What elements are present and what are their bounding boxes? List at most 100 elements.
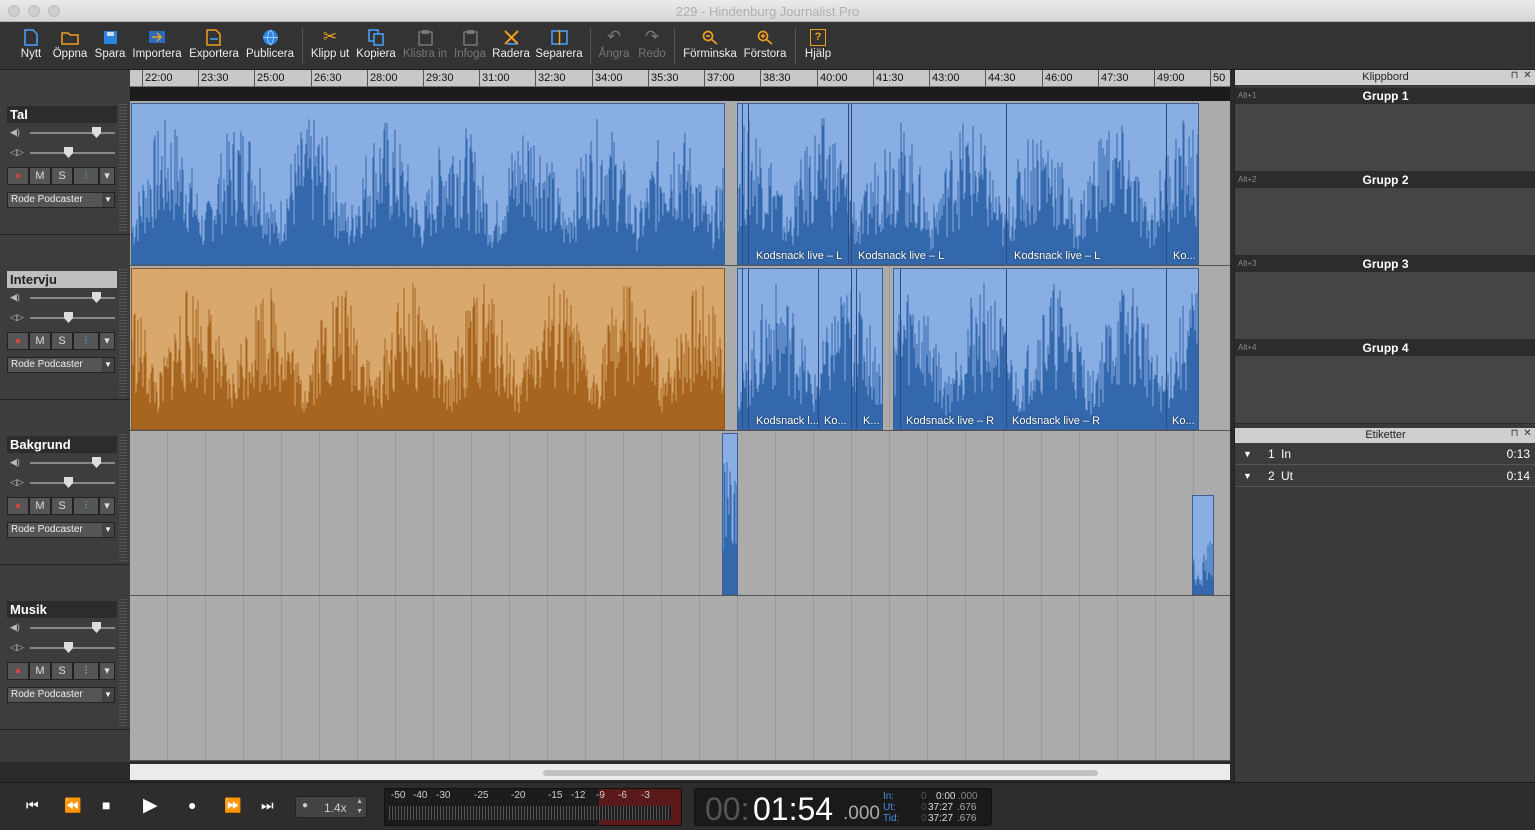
play-icon[interactable]: ▶	[143, 794, 158, 817]
fx-button[interactable]: ⫶	[73, 662, 99, 680]
record-arm-button[interactable]: ●	[7, 662, 29, 680]
copy-button[interactable]: Kopiera	[355, 26, 397, 60]
solo-button[interactable]: S	[51, 662, 73, 680]
volume-slider[interactable]: ◀)	[10, 292, 115, 304]
input-select[interactable]: Rode Podcaster ▼	[7, 687, 115, 703]
lane-bakgrund[interactable]	[130, 431, 1230, 596]
pan-slider[interactable]: ◁▷	[10, 147, 115, 159]
fast-forward-icon[interactable]: ⏩	[224, 797, 241, 814]
pan-slider[interactable]: ◁▷	[10, 642, 115, 654]
split-button[interactable]: Separera	[535, 26, 583, 60]
insert-button[interactable]: Infoga	[453, 26, 487, 60]
clipboard-group[interactable]: Alt+3 Grupp 3	[1235, 256, 1535, 340]
track-bakgrund[interactable]: Bakgrund ◀) ◁▷ ● M S ⫶ ▾ Rode Podcaster ▼	[0, 400, 130, 565]
input-select[interactable]: Rode Podcaster ▼	[7, 357, 115, 373]
fx-button[interactable]: ⫶	[73, 497, 99, 515]
track-resize-handle[interactable]	[119, 104, 127, 232]
clip-label: Kodsnack live – R	[1012, 415, 1101, 427]
track-menu-button[interactable]: ▾	[99, 332, 115, 350]
volume-slider[interactable]: ◀)	[10, 127, 115, 139]
track-name[interactable]: Musik	[7, 601, 117, 618]
input-select[interactable]: Rode Podcaster ▼	[7, 522, 115, 538]
fx-button[interactable]: ⫶	[73, 332, 99, 350]
lane-tal[interactable]: Kodsnack live – L Kodsnack live – L Kods…	[130, 101, 1230, 266]
close-icon[interactable]: ✕	[1522, 429, 1533, 440]
scrollbar-thumb[interactable]	[543, 770, 1098, 776]
volume-slider[interactable]: ◀)	[10, 622, 115, 634]
go-to-start-icon[interactable]: ⏮	[26, 797, 39, 814]
import-button[interactable]: Importera	[130, 26, 184, 60]
track-name[interactable]: Tal	[7, 106, 117, 123]
timeline[interactable]: Kodsnack live – L Kodsnack live – L Kods…	[130, 101, 1230, 761]
track-name[interactable]: Bakgrund	[7, 436, 117, 453]
audio-clip[interactable]	[1192, 495, 1214, 595]
track-menu-button[interactable]: ▾	[99, 662, 115, 680]
publish-button[interactable]: Publicera	[244, 26, 296, 60]
go-to-end-icon[interactable]: ⏭	[261, 797, 274, 814]
pin-icon[interactable]: ⊓	[1509, 429, 1520, 440]
help-button[interactable]: ? Hjälp	[802, 26, 834, 60]
track-resize-handle[interactable]	[119, 599, 127, 727]
time-ruler[interactable]: 22:00 23:30 25:00 26:30 28:00 29:30 31:0…	[130, 70, 1230, 87]
zoom-in-button[interactable]: Förstora	[741, 26, 789, 60]
record-arm-button[interactable]: ●	[7, 332, 29, 350]
mute-button[interactable]: M	[29, 167, 51, 185]
horizontal-scrollbar[interactable]	[130, 764, 1230, 780]
record-arm-button[interactable]: ●	[7, 167, 29, 185]
clipboard-group[interactable]: Alt+4 Grupp 4	[1235, 340, 1535, 424]
playback-speed-control[interactable]: ● 1.4x ▲ ▼	[295, 796, 367, 818]
record-icon[interactable]: ●	[188, 797, 196, 813]
mute-button[interactable]: M	[29, 497, 51, 515]
disclosure-icon[interactable]: ▼	[1243, 465, 1252, 487]
paste-button[interactable]: Klistra in	[401, 26, 449, 60]
stepper-icon[interactable]: ▲ ▼	[356, 797, 363, 817]
audio-clip[interactable]: Kodsnack l... Ko... K...	[737, 268, 883, 430]
label-item[interactable]: ▼ 2 Ut 0:14	[1235, 465, 1535, 487]
solo-button[interactable]: S	[51, 167, 73, 185]
input-select[interactable]: Rode Podcaster ▼	[7, 192, 115, 208]
open-button[interactable]: Öppna	[52, 26, 88, 60]
volume-slider[interactable]: ◀)	[10, 457, 115, 469]
mute-button[interactable]: M	[29, 332, 51, 350]
audio-clip[interactable]	[131, 103, 725, 265]
pin-icon[interactable]: ⊓	[1509, 71, 1520, 82]
track-tal[interactable]: Tal ◀) ◁▷ ● M S ⫶ ▾ Rode Podcaster ▼	[0, 70, 130, 235]
selection-bar[interactable]	[130, 87, 1230, 101]
track-musik[interactable]: Musik ◀) ◁▷ ● M S ⫶ ▾ Rode Podcaster ▼	[0, 565, 130, 730]
clipboard-group[interactable]: Alt+1 Grupp 1	[1235, 88, 1535, 172]
clipboard-group[interactable]: Alt+2 Grupp 2	[1235, 172, 1535, 256]
export-button[interactable]: Exportera	[188, 26, 240, 60]
audio-clip[interactable]: Kodsnack live – R Kodsnack live – R Ko..…	[893, 268, 1199, 430]
fx-button[interactable]: ⫶	[73, 167, 99, 185]
mute-button[interactable]: M	[29, 662, 51, 680]
zoom-out-button[interactable]: Förminska	[681, 26, 739, 60]
record-arm-button[interactable]: ●	[7, 497, 29, 515]
speed-toggle-icon[interactable]: ●	[302, 800, 308, 811]
track-resize-handle[interactable]	[119, 434, 127, 562]
track-name[interactable]: Intervju	[7, 271, 117, 288]
lane-musik[interactable]	[130, 596, 1230, 761]
stop-icon[interactable]: ■	[102, 797, 110, 813]
save-button[interactable]: Spara	[94, 26, 126, 60]
pan-slider[interactable]: ◁▷	[10, 477, 115, 489]
cut-button[interactable]: ✂ Klipp ut	[309, 26, 351, 60]
pan-slider[interactable]: ◁▷	[10, 312, 115, 324]
close-icon[interactable]: ✕	[1522, 71, 1533, 82]
track-intervju[interactable]: Intervju ◀) ◁▷ ● M S ⫶ ▾ Rode Podcaster ▼	[0, 235, 130, 400]
track-menu-button[interactable]: ▾	[99, 167, 115, 185]
delete-button[interactable]: Radera	[492, 26, 530, 60]
label-item[interactable]: ▼ 1 In 0:13	[1235, 443, 1535, 465]
undo-button[interactable]: ↶ Ångra	[597, 26, 631, 60]
track-menu-button[interactable]: ▾	[99, 497, 115, 515]
rewind-icon[interactable]: ⏪	[64, 797, 81, 814]
disclosure-icon[interactable]: ▼	[1243, 443, 1252, 465]
audio-clip[interactable]: Kodsnack live – L Kodsnack live – L Kods…	[737, 103, 1199, 265]
audio-clip-selected[interactable]	[131, 268, 725, 430]
solo-button[interactable]: S	[51, 497, 73, 515]
new-button[interactable]: Nytt	[18, 26, 44, 60]
audio-clip[interactable]	[722, 433, 738, 595]
solo-button[interactable]: S	[51, 332, 73, 350]
track-resize-handle[interactable]	[119, 269, 127, 397]
lane-intervju[interactable]: Kodsnack l... Ko... K... Kodsnack live –…	[130, 266, 1230, 431]
redo-button[interactable]: ↷ Redo	[636, 26, 668, 60]
